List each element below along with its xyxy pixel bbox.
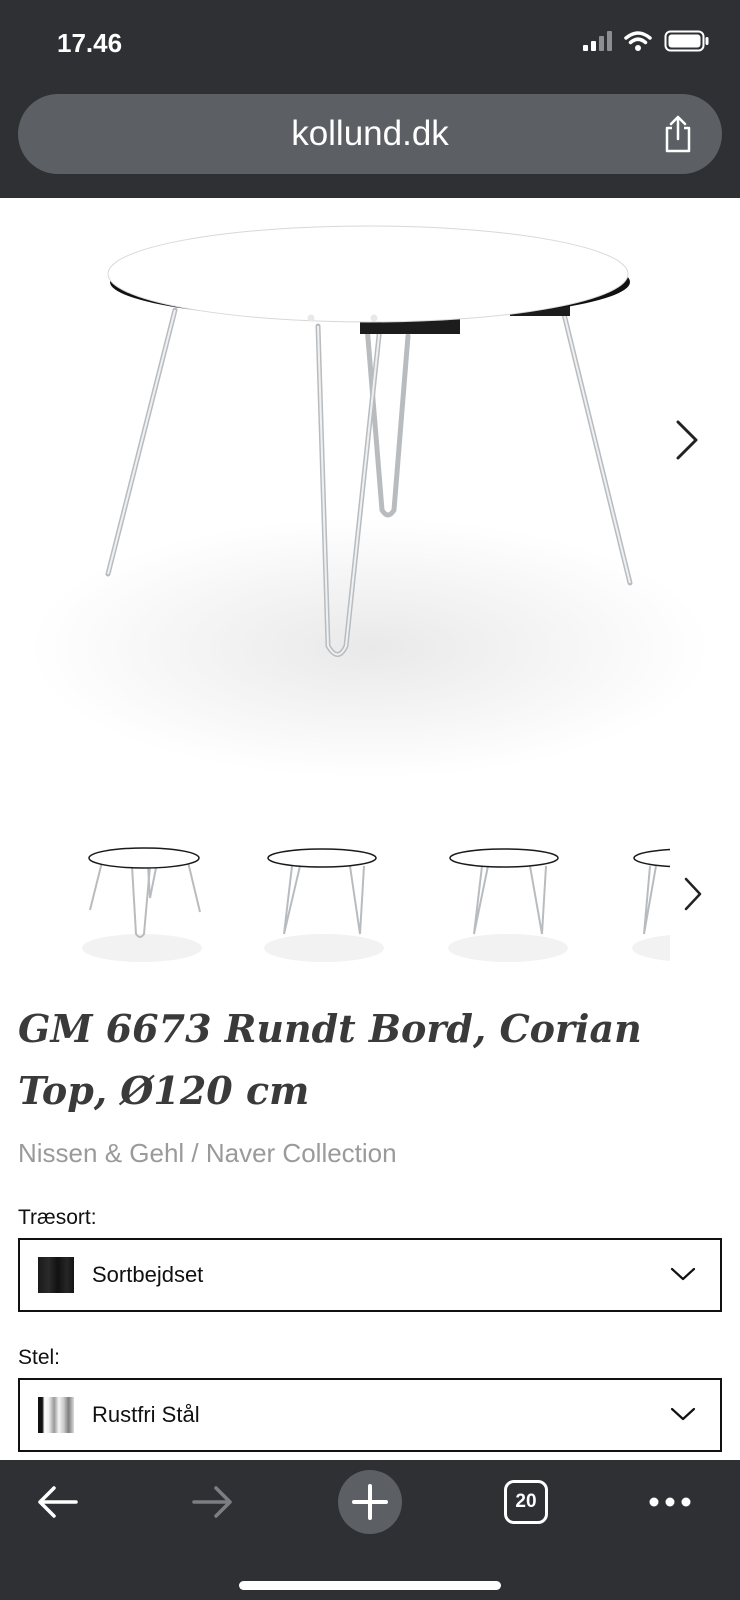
product-brand[interactable]: Nissen & Gehl / Naver Collection — [18, 1138, 397, 1169]
browser-toolbar: 20 — [0, 1460, 740, 1600]
frame-label: Stel: — [18, 1346, 61, 1369]
tab-count: 20 — [515, 1491, 537, 1512]
home-indicator[interactable] — [239, 1581, 501, 1590]
status-time: 17.46 — [57, 28, 123, 58]
wood-select[interactable]: Sortbejdset — [18, 1238, 722, 1312]
wood-swatch — [38, 1257, 74, 1293]
status-icons — [583, 30, 710, 52]
thumbnail-strip — [80, 818, 670, 968]
address-bar[interactable]: kollund.dk — [18, 94, 722, 174]
chevron-down-icon — [670, 1407, 696, 1421]
thumbnail-1[interactable] — [80, 818, 220, 968]
image-next-chevron-icon[interactable] — [672, 418, 702, 462]
wifi-icon — [624, 31, 652, 51]
steel-swatch — [38, 1397, 74, 1433]
url-text: kollund.dk — [291, 114, 449, 153]
thumbnails-next-chevron-icon[interactable] — [682, 876, 704, 912]
more-dots-icon[interactable] — [648, 1492, 692, 1512]
page-content: GM 6673 Rundt Bord, Corian Top, Ø120 cm … — [0, 198, 740, 1460]
product-title: GM 6673 Rundt Bord, Corian Top, Ø120 cm — [18, 1006, 642, 1113]
product-main-image[interactable] — [0, 198, 740, 798]
wood-label: Træsort: — [18, 1206, 97, 1229]
arrow-right-icon[interactable] — [190, 1482, 236, 1522]
share-icon[interactable] — [660, 114, 696, 154]
new-tab-button[interactable] — [338, 1470, 402, 1534]
wood-select-value: Sortbejdset — [92, 1262, 204, 1287]
frame-select[interactable]: Rustfri Stål — [18, 1378, 722, 1452]
chevron-down-icon — [670, 1267, 696, 1281]
thumbnail-4[interactable] — [632, 818, 670, 968]
plus-icon — [352, 1484, 388, 1520]
thumbnail-3[interactable] — [448, 818, 588, 968]
browser-top-bar: 17.46 kollund.dk — [0, 0, 740, 198]
frame-select-value: Rustfri Stål — [92, 1402, 200, 1427]
battery-icon — [664, 30, 709, 52]
arrow-left-icon[interactable] — [34, 1482, 80, 1522]
tabs-button[interactable]: 20 — [504, 1480, 548, 1524]
thumbnail-2[interactable] — [264, 818, 404, 968]
signal-icon — [583, 31, 612, 51]
